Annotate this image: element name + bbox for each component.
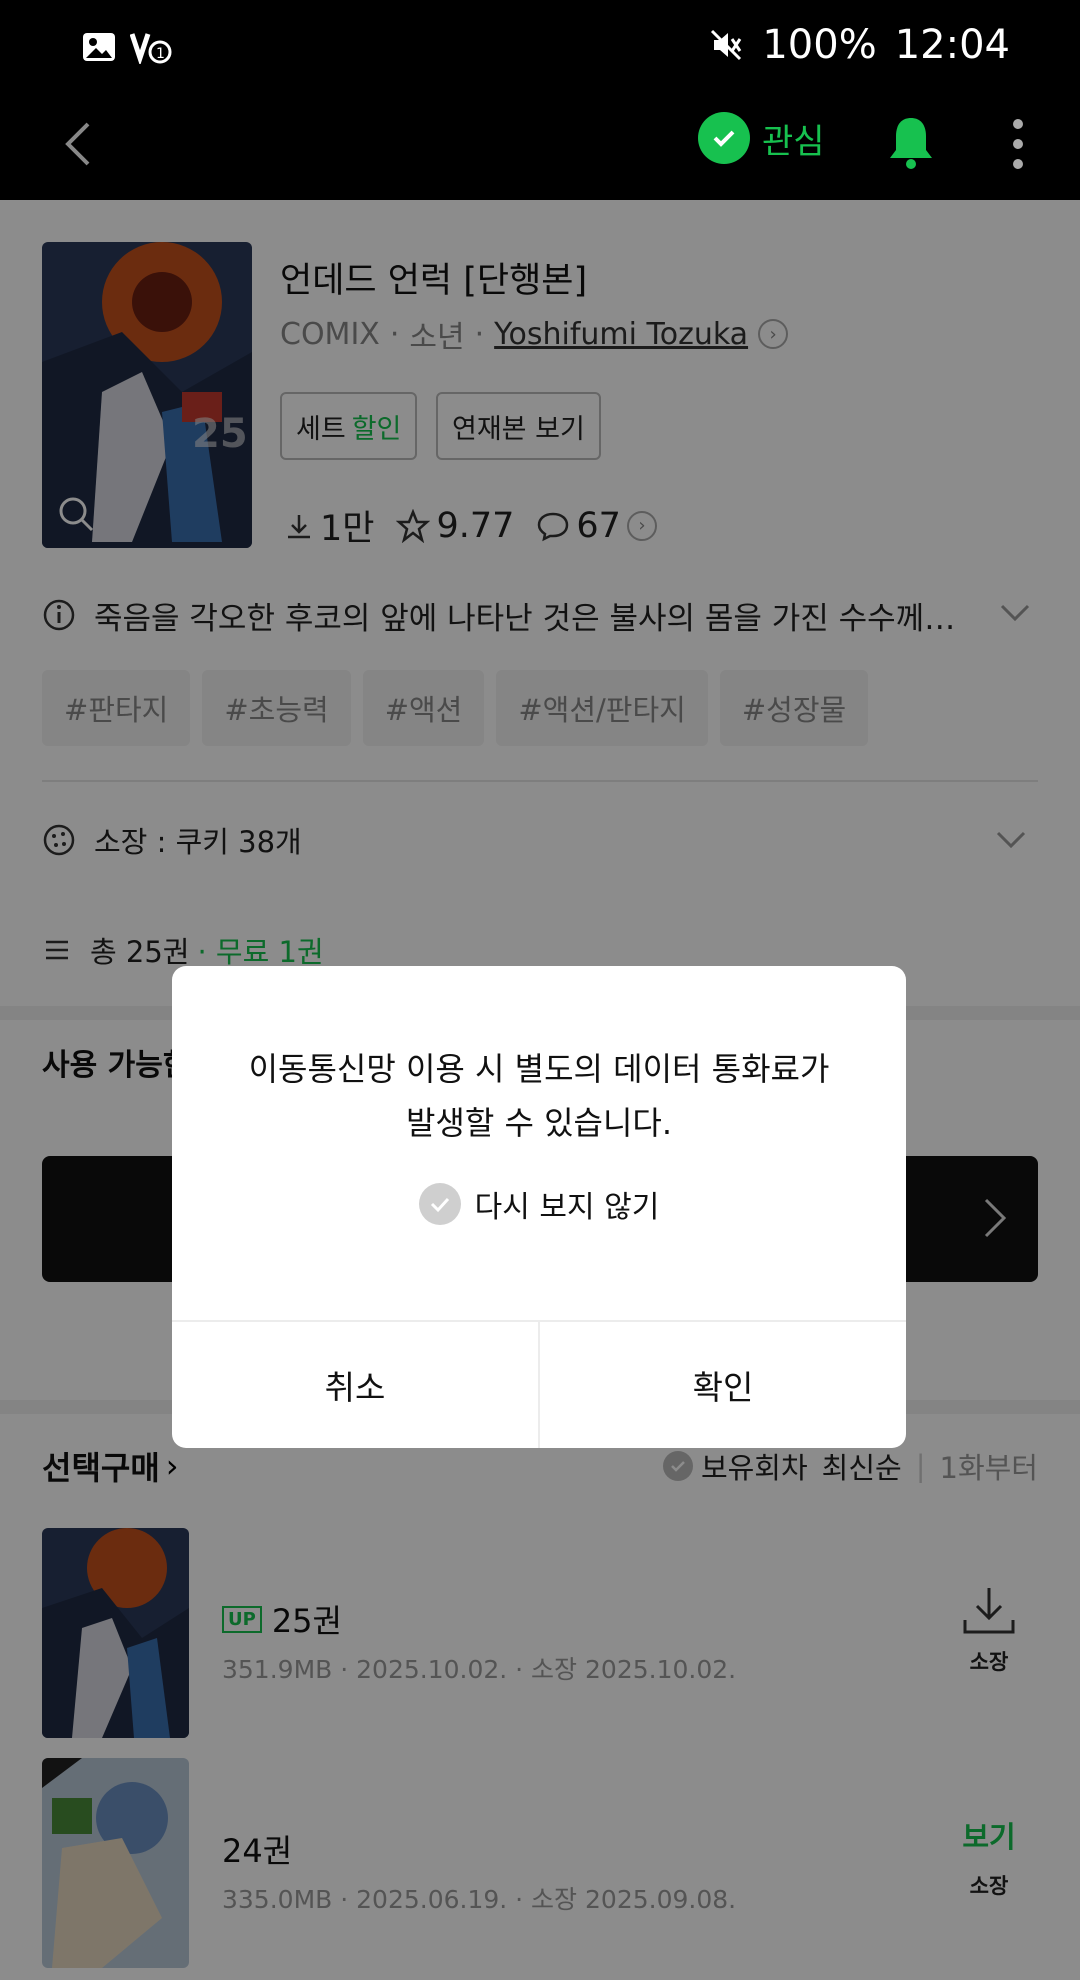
confirm-button[interactable]: 확인 xyxy=(538,1322,906,1448)
clock: 12:04 xyxy=(894,22,1010,68)
back-arrow-icon[interactable] xyxy=(50,114,110,174)
app-bar: 관심 xyxy=(0,96,1080,200)
battery-level: 100% xyxy=(762,22,877,68)
dialog-buttons: 취소 확인 xyxy=(172,1320,906,1448)
svg-text:1: 1 xyxy=(156,46,165,62)
dont-show-again-label: 다시 보지 않기 xyxy=(474,1190,660,1225)
cancel-button[interactable]: 취소 xyxy=(172,1322,538,1448)
dont-show-again-toggle[interactable]: 다시 보지 않기 xyxy=(172,1182,906,1226)
bell-icon[interactable] xyxy=(886,114,936,170)
check-icon xyxy=(698,112,750,164)
app-notification-icon: 1 xyxy=(130,33,172,64)
dialog-message-line: 이동통신망 이용 시 별도의 데이터 통화료가 xyxy=(248,1050,830,1088)
favorite-button[interactable]: 관심 xyxy=(698,112,825,164)
more-options-icon[interactable] xyxy=(1000,114,1036,174)
status-bar: 1 100% 12:04 xyxy=(0,0,1080,96)
dialog-message-line: 발생할 수 있습니다. xyxy=(405,1104,673,1142)
check-icon xyxy=(418,1183,461,1225)
data-charge-dialog: 이동통신망 이용 시 별도의 데이터 통화료가 발생할 수 있습니다. 다시 보… xyxy=(172,966,906,1448)
favorite-label: 관심 xyxy=(762,121,825,162)
gallery-notification-icon xyxy=(83,33,115,61)
mute-icon xyxy=(711,29,742,61)
dialog-message: 이동통신망 이용 시 별도의 데이터 통화료가 발생할 수 있습니다. xyxy=(172,1042,906,1150)
